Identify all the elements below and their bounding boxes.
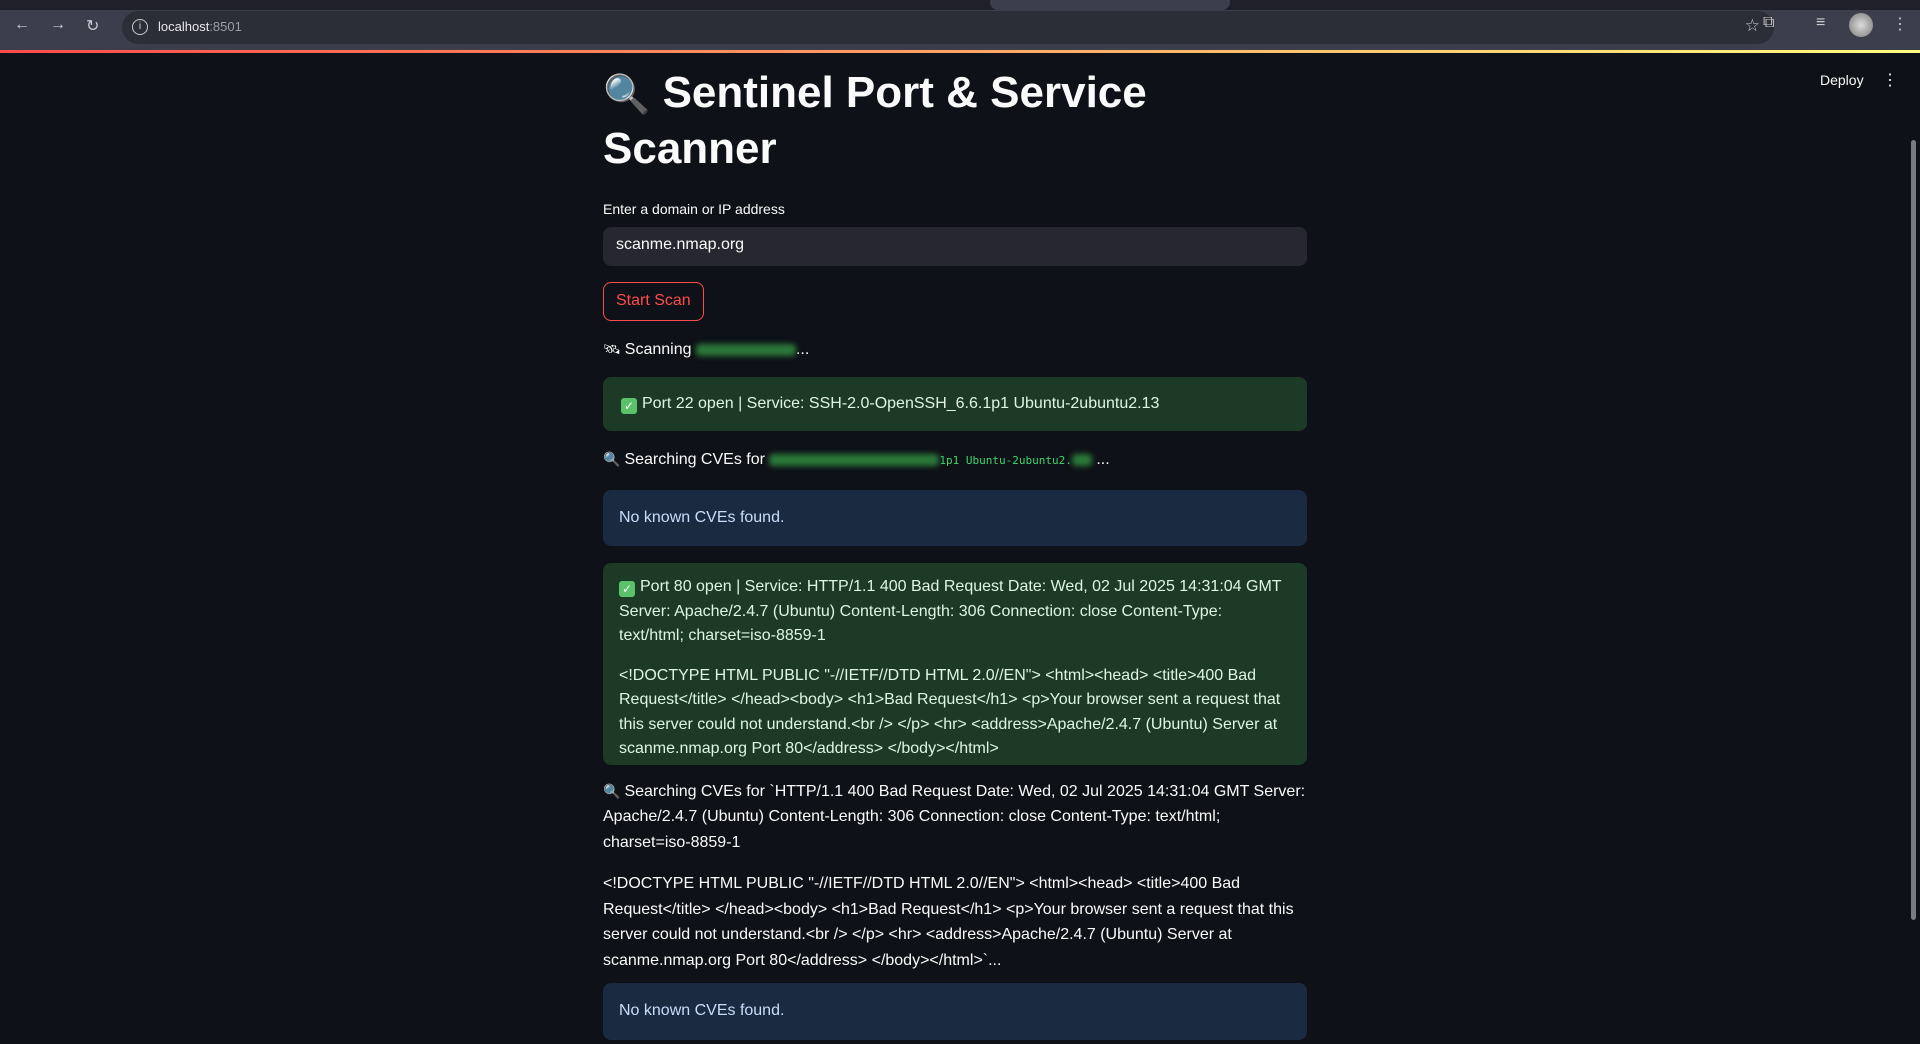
ellipsis: ... [795, 341, 810, 358]
port-80-header: ✓ Port 80 open | Service: HTTP/1.1 400 Ba… [619, 575, 1291, 649]
browser-menu-icon[interactable]: ⋮ [1892, 14, 1908, 34]
port-80-body: <!DOCTYPE HTML PUBLIC "-//IETF//DTD HTML… [619, 666, 1281, 758]
active-tab[interactable] [990, 0, 1230, 10]
redacted-code [769, 453, 940, 466]
address-bar[interactable]: i localhost:8501 ☆ [122, 11, 1774, 44]
ellipsis: ... [1096, 451, 1110, 468]
bookmark-star-icon[interactable]: ☆ [1745, 16, 1760, 36]
cve-search-status-1: 🔍 Searching CVEs for 1p1 Ubuntu-2ubuntu2.… [603, 447, 1307, 474]
page-title-text: Sentinel Port & Service Scanner [603, 68, 1147, 173]
scrollbar[interactable] [1911, 140, 1916, 920]
magnifier-icon: 🔍 [603, 451, 621, 467]
url-host: localhost [158, 19, 210, 34]
cve-search-body-2: <!DOCTYPE HTML PUBLIC "-//IETF//DTD HTML… [603, 875, 1294, 969]
browser-toolbar: ← → ↻ i localhost:8501 ☆ ⧉ ≡ ⋮ [0, 0, 1920, 50]
reload-icon[interactable]: ↻ [86, 16, 99, 36]
port-22-result: ✓ Port 22 open | Service: SSH-2.0-OpenSSH… [603, 376, 1307, 431]
forward-icon[interactable]: → [50, 16, 66, 34]
redacted-ip [695, 343, 796, 356]
back-icon[interactable]: ← [14, 16, 30, 34]
extensions-icon[interactable]: ⧉ [1763, 14, 1774, 32]
site-info-icon[interactable]: i [132, 19, 148, 35]
no-cves-alert-1: No known CVEs found. [603, 489, 1307, 546]
search-2-text: Searching CVEs for `HTTP/1.1 400 Bad Req… [603, 782, 1306, 851]
page-title: 🔍 Sentinel Port & Service Scanner [603, 60, 1307, 175]
magnifier-icon: 🔍 [603, 74, 651, 116]
input-label: Enter a domain or IP address [603, 201, 785, 217]
main-content: 🔍 Sentinel Port & Service Scanner Enter … [603, 60, 1307, 1040]
port-80-result: ✓ Port 80 open | Service: HTTP/1.1 400 Ba… [603, 563, 1307, 765]
check-icon: ✓ [621, 397, 637, 414]
deploy-button[interactable]: Deploy [1820, 72, 1864, 88]
media-control-icon[interactable]: ≡ [1816, 14, 1825, 32]
scanning-status: 🛰 Scanning ... [603, 337, 1307, 363]
redacted-code-end [1071, 453, 1092, 466]
no-cves-alert-2: No known CVEs found. [603, 983, 1307, 1040]
url-text: localhost:8501 [158, 19, 242, 34]
tab-strip [0, 0, 1920, 10]
check-icon: ✓ [619, 581, 635, 597]
service-code: 1p1 Ubuntu-2ubuntu2. [939, 454, 1072, 467]
magnifier-icon: 🔍 [603, 782, 621, 799]
main-menu-icon[interactable]: ⋮ [1882, 70, 1898, 90]
cve-search-status-2: 🔍 Searching CVEs for `HTTP/1.1 400 Bad Re… [603, 779, 1307, 856]
profile-avatar[interactable] [1849, 13, 1873, 37]
streamlit-decoration-bar [0, 50, 1920, 53]
satellite-icon: 🛰 [603, 341, 621, 357]
port-22-text: Port 22 open | Service: SSH-2.0-OpenSSH_… [642, 394, 1160, 412]
scanning-text: Scanning [624, 341, 692, 358]
start-scan-button[interactable]: Start Scan [603, 282, 704, 321]
search-text: Searching CVEs for [624, 451, 765, 468]
domain-input[interactable]: scanme.nmap.org [603, 227, 1307, 266]
port-80-text: Port 80 open | Service: HTTP/1.1 400 Bad… [619, 578, 1282, 644]
url-port: :8501 [209, 19, 242, 34]
